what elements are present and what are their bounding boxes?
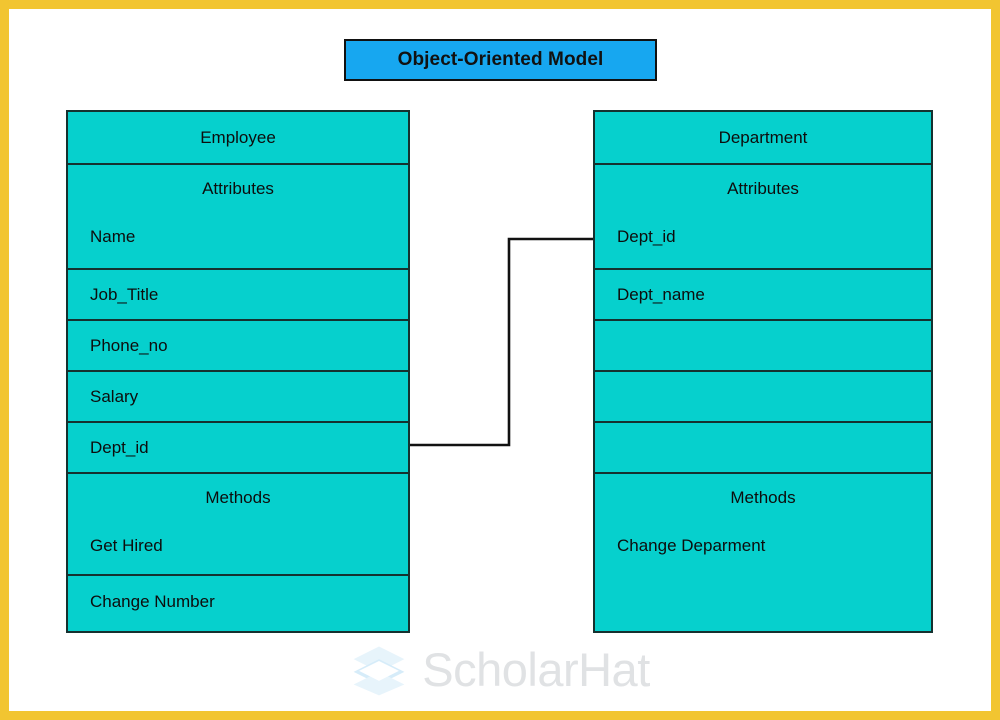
entity-box-employee: Employee Attributes Name Job_Title Phone…	[66, 110, 410, 633]
entity-name-label: Employee	[200, 127, 276, 147]
entity-box-department: Department Attributes Dept_id Dept_name …	[593, 110, 933, 633]
watermark-text: ScholarHat	[422, 643, 650, 696]
frame-border-bottom	[0, 711, 1000, 720]
entity-name-label: Department	[718, 127, 808, 147]
attribute-item: Dept_name	[617, 284, 705, 304]
attribute-row: Phone_no	[68, 321, 408, 372]
attributes-section-label: Attributes	[202, 179, 274, 198]
method-item: Change Number	[90, 591, 215, 611]
diagram-title-banner: Object-Oriented Model	[344, 39, 657, 81]
frame-border-top	[0, 0, 1000, 9]
attribute-row: Salary	[68, 372, 408, 423]
methods-section-label: Methods	[205, 488, 271, 507]
attributes-section-label: Attributes	[727, 179, 799, 198]
method-item: Get Hired	[90, 536, 163, 555]
relationship-line	[410, 237, 593, 447]
attribute-row: Dept_name	[595, 270, 931, 321]
entity-header-employee: Employee	[68, 112, 408, 165]
attribute-row-empty	[595, 321, 931, 372]
methods-section-label: Methods	[730, 488, 796, 507]
watermark: ScholarHat	[0, 627, 1000, 712]
method-row: Change Number	[68, 576, 408, 627]
methods-section-department: Methods Change Deparment	[595, 474, 931, 627]
attribute-item: Dept_id	[617, 227, 676, 246]
methods-section-employee: Methods Get Hired	[68, 474, 408, 576]
attribute-row: Job_Title	[68, 270, 408, 321]
attribute-item: Salary	[90, 386, 139, 406]
attributes-section-department: Attributes Dept_id	[595, 165, 931, 270]
attribute-item: Phone_no	[90, 335, 168, 355]
attribute-row-dept-id: Dept_id	[68, 423, 408, 474]
page-title: Object-Oriented Model	[397, 49, 604, 70]
stacked-layers-icon	[353, 645, 405, 695]
attributes-section-employee: Attributes Name	[68, 165, 408, 270]
attribute-item: Name	[90, 227, 136, 246]
entity-header-department: Department	[595, 112, 931, 165]
attribute-item: Dept_id	[90, 437, 149, 457]
frame-border-right	[991, 0, 1000, 720]
attribute-row-empty	[595, 372, 931, 423]
diagram-canvas: Object-Oriented Model Employee Attribute…	[0, 0, 1000, 720]
frame-border-left	[0, 0, 9, 720]
attribute-item: Job_Title	[90, 284, 159, 304]
attribute-row-empty	[595, 423, 931, 474]
method-item: Change Deparment	[617, 536, 766, 555]
